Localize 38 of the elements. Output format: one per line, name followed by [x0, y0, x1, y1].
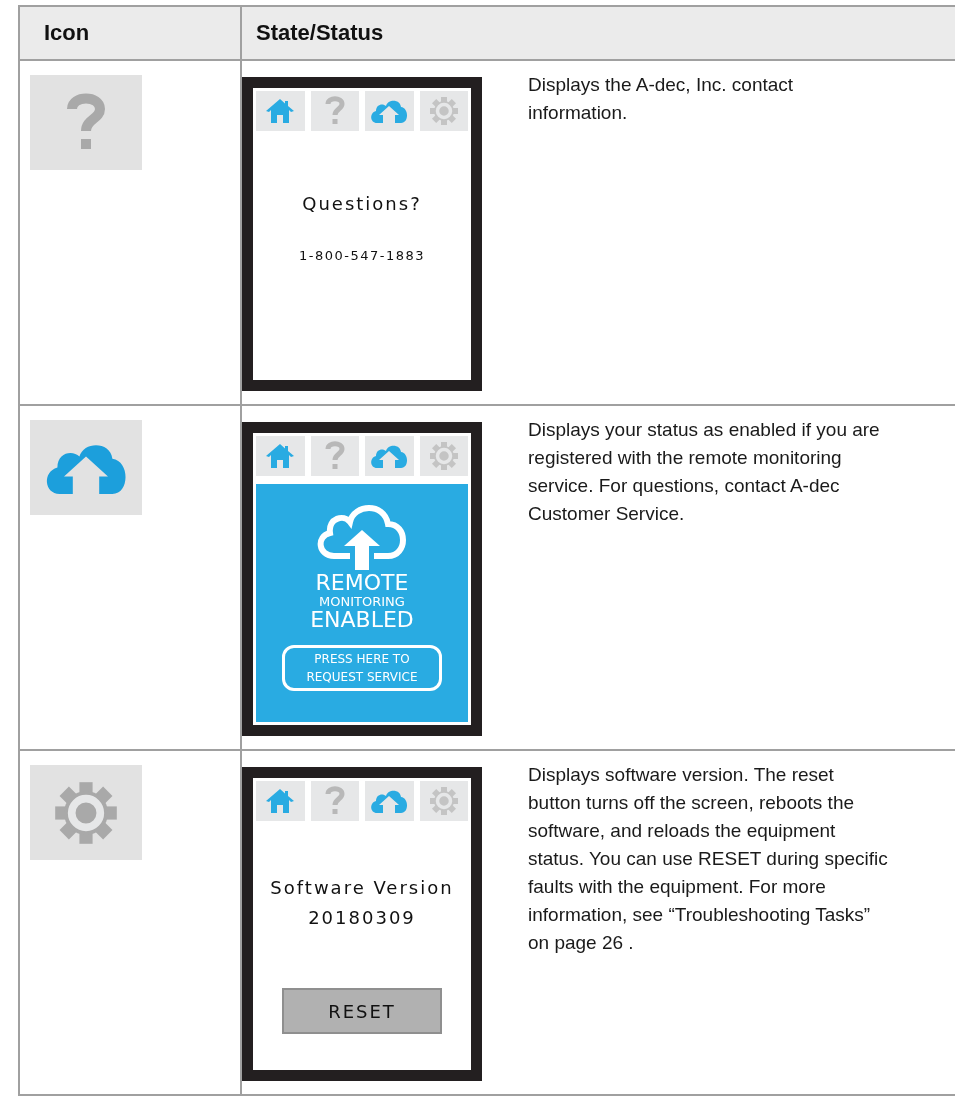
screen-tab[interactable]: [256, 781, 305, 821]
status-text: MONITORING: [319, 594, 405, 609]
column-header: State/Status: [255, 19, 385, 47]
gear-icon: [428, 441, 459, 471]
phone-number: 1-800-547-1883: [298, 248, 426, 263]
screen-tab[interactable]: [419, 436, 468, 476]
description: Displays your status as enabled if you are registered with the remote monitoring service. For questions, contact A-dec Customer Service.: [527, 418, 881, 526]
cloud-upload-icon: [369, 98, 410, 124]
reset-button[interactable]: RESET: [282, 988, 442, 1034]
gear-icon: [53, 779, 119, 846]
screen-tab[interactable]: [365, 781, 414, 821]
home-icon: [265, 443, 296, 469]
screen-tab[interactable]: [419, 781, 468, 821]
column-header: Icon: [20, 7, 242, 59]
screen-tab[interactable]: [310, 436, 359, 476]
cloud-upload-icon: [369, 788, 410, 814]
screen-tab[interactable]: [256, 91, 305, 131]
screen-tab[interactable]: [365, 91, 414, 131]
question-mark-icon: [324, 96, 345, 126]
gear-icon: [428, 786, 459, 816]
home-icon: [265, 98, 296, 124]
screen-tab[interactable]: [365, 436, 414, 476]
description: Displays the A-dec, Inc. contact information.: [527, 73, 795, 125]
question-mark-icon: [324, 786, 345, 816]
screen-title: Software Version: [270, 876, 454, 900]
screen-title: Questions?: [302, 193, 422, 214]
home-icon: [265, 788, 296, 814]
cloud-upload-icon: [369, 443, 410, 469]
description: Displays software version. The reset button turns off the screen, reboots the software, and reloads the equipment status. You can use RESET during specific faults with the equipment. For more information, see “Troubleshooting Tasks” on page 26 .: [527, 763, 889, 955]
version-number: 20180309: [308, 906, 416, 930]
status-text: ENABLED: [310, 609, 414, 631]
screen-tab[interactable]: [310, 91, 359, 131]
status-text: REMOTE: [315, 572, 409, 594]
screen-tab[interactable]: [256, 436, 305, 476]
gear-icon: [428, 96, 459, 126]
screen-tab[interactable]: [419, 91, 468, 131]
screen-tab[interactable]: [310, 781, 359, 821]
question-mark-icon: [324, 441, 345, 471]
